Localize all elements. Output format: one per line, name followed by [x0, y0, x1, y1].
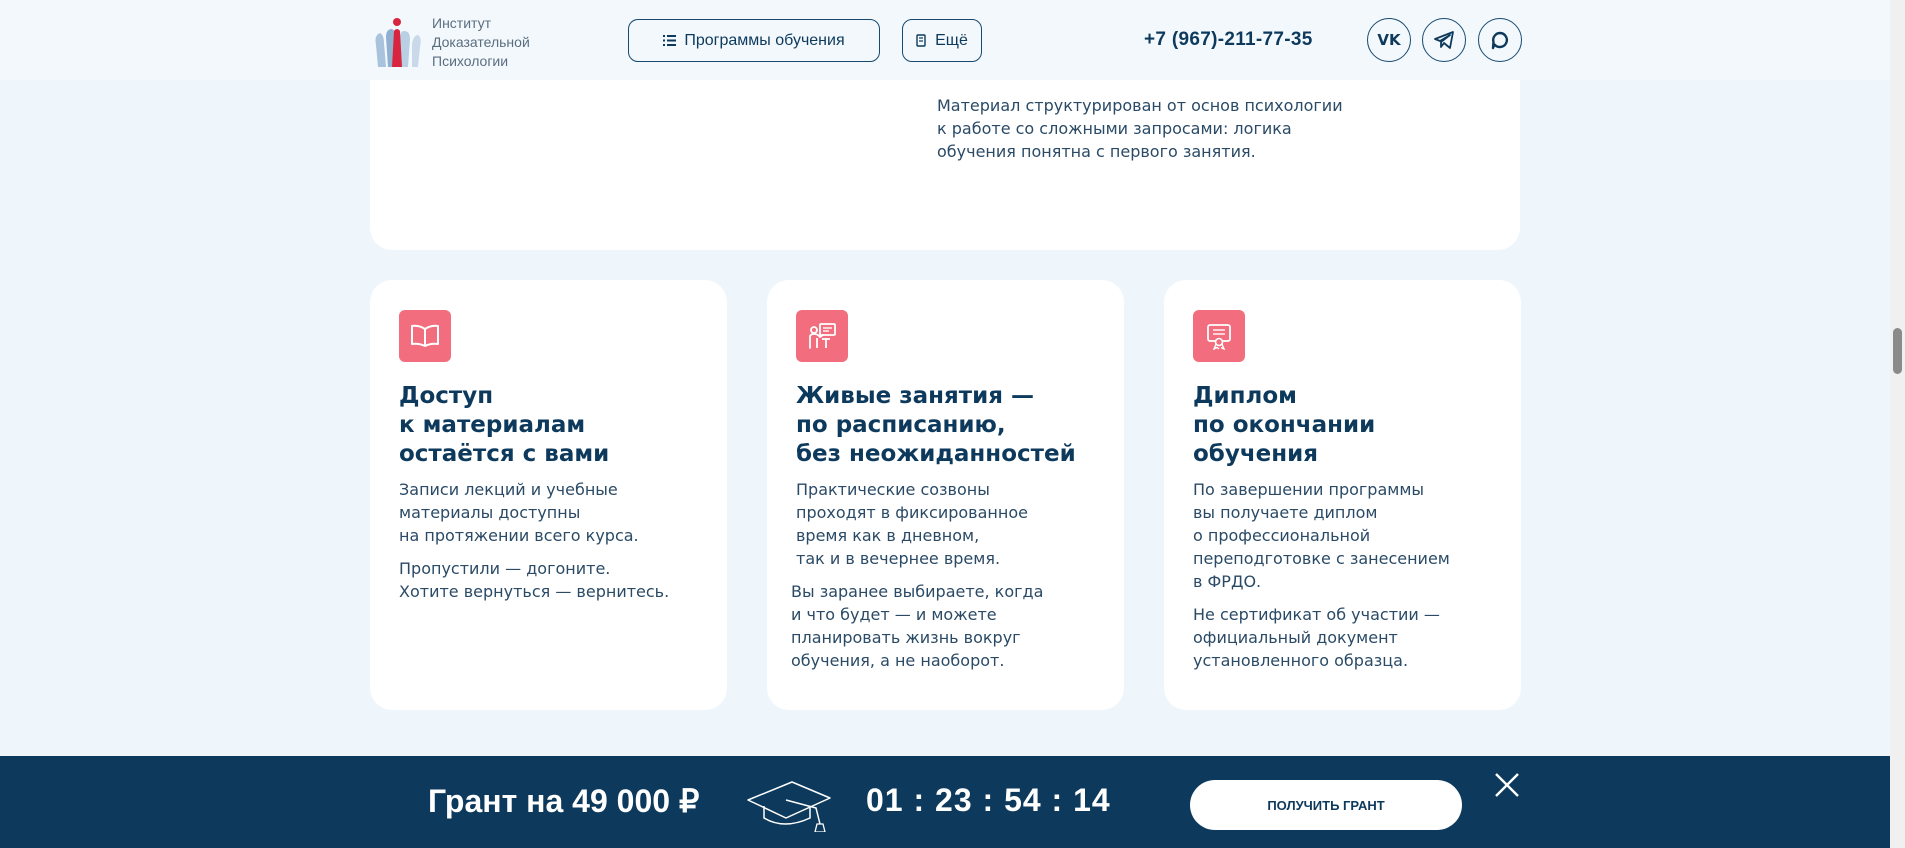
text-line: вы получаете диплом	[1193, 503, 1378, 522]
text-line: в ФРДО.	[1193, 572, 1262, 591]
text-line: и что будет — и можете	[791, 605, 997, 624]
vk-button[interactable]: VK	[1367, 18, 1411, 62]
card-paragraph: Пропустили — догоните. Хотите вернуться …	[399, 557, 709, 603]
title-line: без неожиданностей	[796, 441, 1076, 467]
site-header: Институт Доказательной Психологии Програ…	[0, 0, 1890, 80]
text-line: время как в дневном,	[796, 526, 980, 545]
scrollbar-thumb[interactable]	[1893, 328, 1902, 374]
text-line: Хотите вернуться — вернитесь.	[399, 582, 670, 601]
diploma-icon	[1193, 310, 1245, 362]
list-icon	[663, 35, 677, 46]
text-line: Не сертификат об участии —	[1193, 605, 1440, 624]
get-grant-button[interactable]: ПОЛУЧИТЬ ГРАНТ	[1190, 780, 1462, 830]
title-line: к материалам	[399, 412, 586, 438]
telegram-icon	[1434, 31, 1454, 49]
programs-button-label: Программы обучения	[684, 31, 845, 49]
document-icon	[916, 34, 926, 47]
telegram-button[interactable]	[1422, 18, 1466, 62]
text-line: По завершении программы	[1193, 480, 1425, 499]
programs-button[interactable]: Программы обучения	[628, 19, 880, 62]
text-line: материалы доступны	[399, 503, 581, 522]
card-paragraph: По завершении программы вы получаете дип…	[1193, 478, 1503, 593]
title-line: Диплом	[1193, 383, 1297, 409]
close-icon[interactable]	[1492, 770, 1522, 800]
text-line: Пропустили — догоните.	[399, 559, 611, 578]
text-line: официальный документ	[1193, 628, 1398, 647]
grant-banner: Грант на 49 000 ₽ 01 : 23 : 54 : 14 ПОЛУ…	[0, 756, 1890, 848]
text-line: установленного образца.	[1193, 651, 1409, 670]
feature-card-diploma: Диплом по окончании обучения По завершен…	[1164, 280, 1521, 710]
book-icon	[399, 310, 451, 362]
logo-line: Доказательной	[432, 34, 530, 50]
card-paragraph: Записи лекций и учебные материалы доступ…	[399, 478, 709, 547]
title-line: по расписанию,	[796, 412, 1006, 438]
text-line: переподготовке с занесением	[1193, 549, 1450, 568]
max-messenger-icon	[1491, 31, 1509, 50]
more-button-label: Ещё	[935, 31, 968, 49]
program-structure-card: Материал структурирован от основ психоло…	[370, 60, 1520, 250]
logo-line: Психологии	[432, 53, 509, 69]
teacher-board-icon	[796, 310, 848, 362]
card-title: Диплом по окончании обучения	[1193, 382, 1513, 469]
card-paragraph: Практические созвоны проходят в фиксиров…	[796, 478, 1106, 570]
phone-link[interactable]: +7 (967)-211-77-35	[1144, 29, 1313, 51]
graduation-cap-icon	[747, 781, 831, 832]
text-line: Практические созвоны	[796, 480, 990, 499]
countdown-timer: 01 : 23 : 54 : 14	[866, 782, 1111, 818]
card-paragraph: Вы заранее выбираете, когда и что будет …	[791, 580, 1106, 672]
feature-card-live-classes: Живые занятия — по расписанию, без неожи…	[767, 280, 1124, 710]
title-line: остаётся с вами	[399, 441, 610, 467]
logo[interactable]: Институт Доказательной Психологии	[370, 14, 530, 71]
text-line: проходят в фиксированное	[796, 503, 1028, 522]
text-line: обучения, а не наоборот.	[791, 651, 1005, 670]
title-line: обучения	[1193, 441, 1319, 467]
title-line: Живые занятия —	[796, 383, 1034, 409]
logo-text: Институт Доказательной Психологии	[432, 14, 530, 71]
card-body: Практические созвоны проходят в фиксиров…	[791, 478, 1106, 682]
text-line: о профессиональной	[1193, 526, 1371, 545]
card-title: Доступ к материалам остаётся с вами	[399, 382, 719, 469]
program-structure-text: Материал структурирован от основ психоло…	[937, 94, 1377, 163]
text-line: планировать жизнь вокруг	[791, 628, 1021, 647]
title-line: Доступ	[399, 383, 494, 409]
text-line: к работе со сложными запросами: логика	[937, 119, 1292, 138]
logo-line: Институт	[432, 15, 492, 31]
max-messenger-button[interactable]	[1478, 18, 1522, 62]
vk-icon: VK	[1377, 31, 1401, 49]
page-scrollbar[interactable]	[1890, 0, 1905, 848]
grant-amount: Грант на 49 000 ₽	[428, 783, 700, 819]
card-body: Записи лекций и учебные материалы доступ…	[399, 478, 709, 613]
more-button[interactable]: Ещё	[902, 19, 982, 62]
card-body: По завершении программы вы получаете дип…	[1193, 478, 1503, 682]
logo-hands-icon	[375, 17, 421, 67]
card-title: Живые занятия — по расписанию, без неожи…	[796, 382, 1116, 469]
text-line: Вы заранее выбираете, когда	[791, 582, 1044, 601]
text-line: обучения понятна с первого занятия.	[937, 142, 1256, 161]
text-line: так и в вечернее время.	[796, 549, 1001, 568]
card-paragraph: Не сертификат об участии — официальный д…	[1193, 603, 1503, 672]
text-line: Записи лекций и учебные	[399, 480, 618, 499]
title-line: по окончании	[1193, 412, 1376, 438]
text-line: на протяжении всего курса.	[399, 526, 639, 545]
text-line: Материал структурирован от основ психоло…	[937, 96, 1343, 115]
feature-card-materials: Доступ к материалам остаётся с вами Запи…	[370, 280, 727, 710]
